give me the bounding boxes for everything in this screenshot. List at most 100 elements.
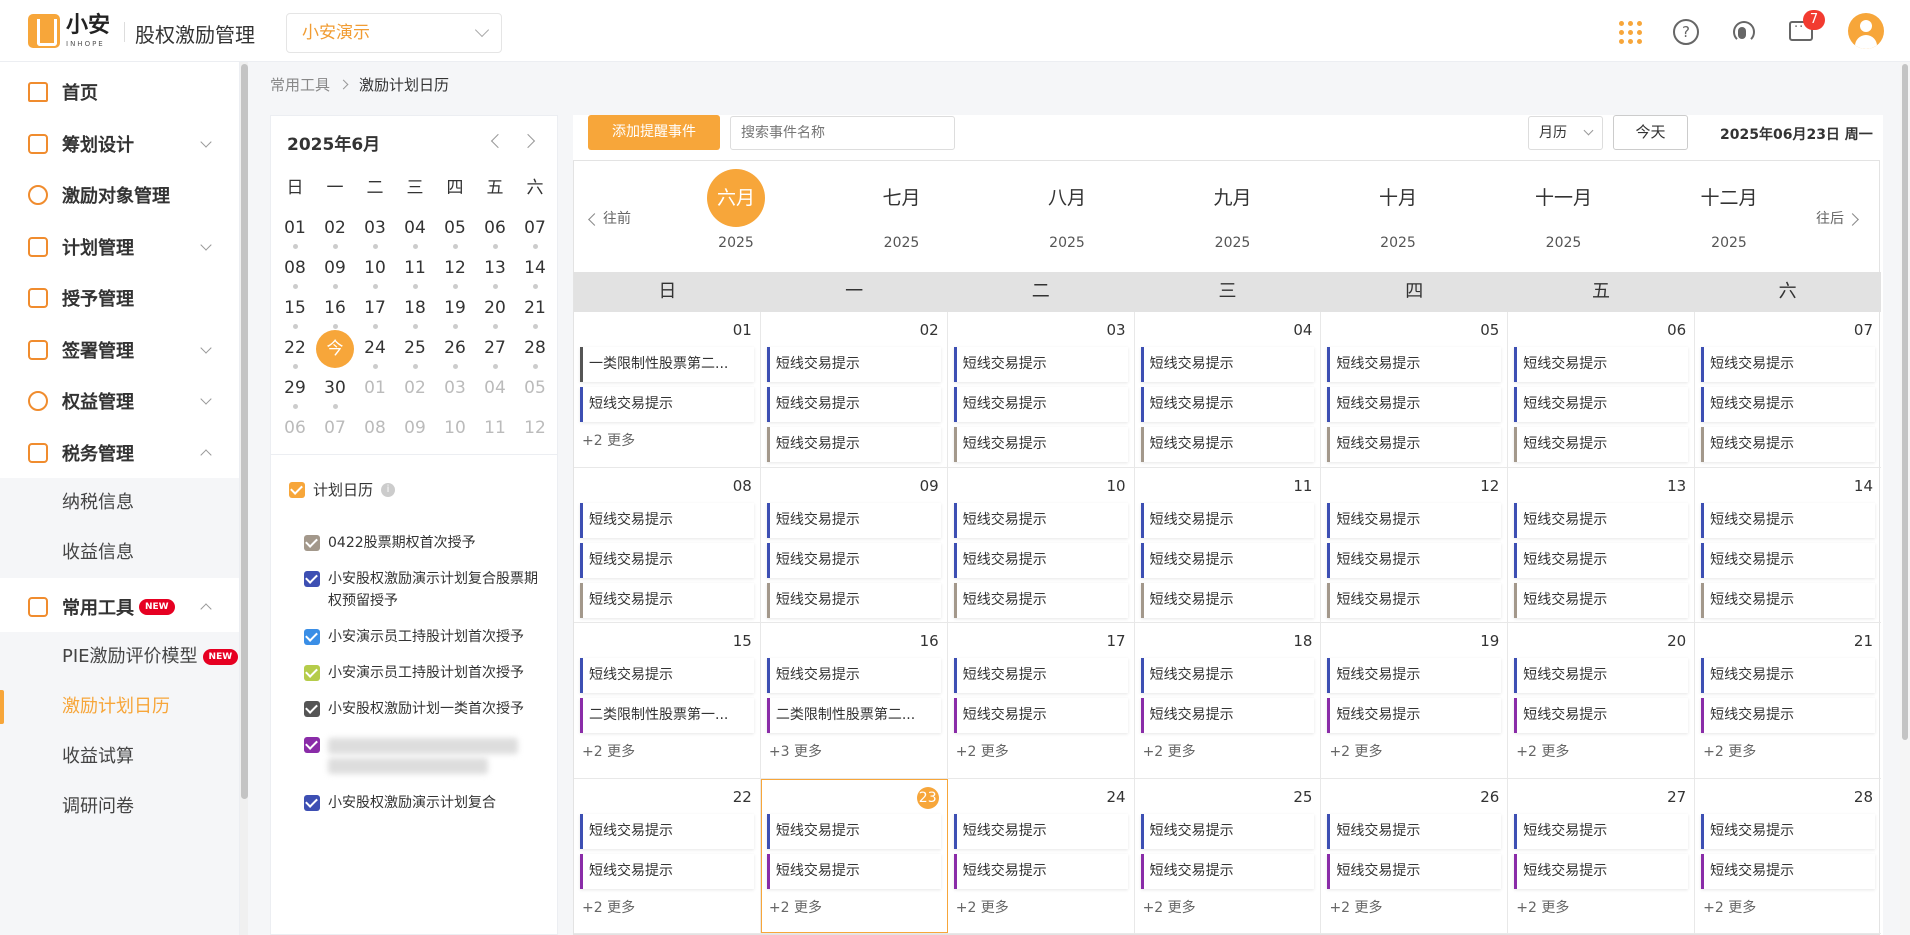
calendar-day[interactable]: 23 短线交易提示 短线交易提示 +2 更多 bbox=[760, 778, 948, 933]
checkbox[interactable] bbox=[304, 665, 320, 681]
calendar-event[interactable]: 短线交易提示 bbox=[766, 658, 941, 693]
mini-calendar-day[interactable]: 10 bbox=[355, 256, 395, 296]
mini-calendar-day[interactable]: 28 bbox=[515, 336, 555, 376]
month-tab[interactable]: 九月 2025 bbox=[1188, 169, 1278, 251]
calendar-event[interactable]: 一类限制性股票第二... bbox=[580, 347, 754, 382]
mini-calendar-day[interactable]: 02 bbox=[315, 216, 355, 256]
calendar-day[interactable]: 12 短线交易提示 短线交易提示 短线交易提示 bbox=[1321, 467, 1509, 622]
calendar-day[interactable]: 22 短线交易提示 短线交易提示 +2 更多 bbox=[574, 778, 761, 933]
plan-calendar-toggle[interactable]: 计划日历 i bbox=[289, 479, 396, 500]
breadcrumb-parent[interactable]: 常用工具 bbox=[270, 76, 330, 94]
checkbox[interactable] bbox=[304, 571, 320, 587]
plan-item[interactable] bbox=[304, 734, 544, 778]
calendar-event[interactable]: 短线交易提示 bbox=[953, 542, 1128, 578]
calendar-event[interactable]: 短线交易提示 bbox=[953, 698, 1128, 733]
calendar-day[interactable]: 11 短线交易提示 短线交易提示 短线交易提示 bbox=[1135, 467, 1322, 622]
mini-calendar-day[interactable]: 07 bbox=[515, 216, 555, 256]
more-events-link[interactable]: +2 更多 bbox=[1141, 897, 1315, 917]
mini-calendar-day[interactable]: 04 bbox=[395, 216, 435, 256]
sidebar-item-home[interactable]: 首页 bbox=[0, 67, 239, 117]
calendar-event[interactable]: 短线交易提示 bbox=[580, 502, 754, 538]
checkbox[interactable] bbox=[304, 737, 320, 753]
calendar-event[interactable]: 短线交易提示 bbox=[1701, 427, 1876, 462]
mini-calendar-day[interactable]: 13 bbox=[475, 256, 515, 296]
calendar-event[interactable]: 短线交易提示 bbox=[1701, 813, 1876, 849]
more-events-link[interactable]: +2 更多 bbox=[1327, 897, 1501, 917]
more-events-link[interactable]: +2 更多 bbox=[954, 741, 1128, 761]
more-events-link[interactable]: +2 更多 bbox=[767, 897, 941, 917]
calendar-event[interactable]: 短线交易提示 bbox=[953, 427, 1128, 462]
calendar-day[interactable]: 04 短线交易提示 短线交易提示 短线交易提示 bbox=[1135, 312, 1322, 467]
mini-calendar-day[interactable]: 26 bbox=[435, 336, 475, 376]
plan-item[interactable]: 小安股权激励计划一类首次授予 bbox=[304, 698, 544, 720]
calendar-day[interactable]: 13 短线交易提示 短线交易提示 短线交易提示 bbox=[1508, 467, 1696, 622]
calendar-event[interactable]: 短线交易提示 bbox=[1514, 427, 1689, 462]
calendar-event[interactable]: 短线交易提示 bbox=[1514, 853, 1689, 889]
checkbox[interactable] bbox=[289, 481, 305, 498]
sidebar-item-tax[interactable]: 税务管理 bbox=[0, 428, 239, 478]
sidebar-item-pie-model[interactable]: PIE激励评价模型 NEW bbox=[0, 632, 239, 682]
calendar-event[interactable]: 短线交易提示 bbox=[580, 542, 754, 578]
calendar-event[interactable]: 短线交易提示 bbox=[1514, 698, 1689, 733]
calendar-day[interactable]: 08 短线交易提示 短线交易提示 短线交易提示 bbox=[574, 467, 761, 622]
mini-calendar-day[interactable]: 12 bbox=[435, 256, 475, 296]
calendar-event[interactable]: 短线交易提示 bbox=[1701, 582, 1876, 618]
mini-calendar-day[interactable]: 08 bbox=[275, 256, 315, 296]
mini-calendar-day[interactable]: 11 bbox=[395, 256, 435, 296]
calendar-event[interactable]: 短线交易提示 bbox=[1514, 502, 1689, 538]
calendar-event[interactable]: 短线交易提示 bbox=[1140, 542, 1315, 578]
more-events-link[interactable]: +2 更多 bbox=[1514, 741, 1688, 761]
more-events-link[interactable]: +2 更多 bbox=[1327, 741, 1501, 761]
info-icon[interactable]: i bbox=[381, 482, 396, 497]
calendar-event[interactable]: 短线交易提示 bbox=[953, 582, 1128, 618]
mini-calendar-day[interactable]: 02 bbox=[395, 376, 435, 416]
calendar-event[interactable]: 短线交易提示 bbox=[1701, 502, 1876, 538]
calendar-day[interactable]: 19 短线交易提示 短线交易提示 +2 更多 bbox=[1321, 623, 1509, 778]
calendar-event[interactable]: 短线交易提示 bbox=[1514, 582, 1689, 618]
calendar-event[interactable]: 短线交易提示 bbox=[580, 387, 754, 422]
calendar-day[interactable]: 03 短线交易提示 短线交易提示 短线交易提示 bbox=[948, 312, 1135, 467]
apps-grid-icon[interactable] bbox=[1617, 19, 1643, 45]
mini-calendar-day[interactable]: 06 bbox=[475, 216, 515, 256]
mini-calendar-day[interactable]: 18 bbox=[395, 296, 435, 336]
next-months-button[interactable]: 往后 bbox=[1816, 208, 1859, 228]
more-events-link[interactable]: +2 更多 bbox=[580, 897, 754, 917]
more-events-link[interactable]: +2 更多 bbox=[1514, 897, 1688, 917]
calendar-event[interactable]: 短线交易提示 bbox=[953, 347, 1128, 382]
calendar-day[interactable]: 16 短线交易提示 二类限制性股票第二... +3 更多 bbox=[761, 623, 948, 778]
month-tab[interactable]: 六月 2025 bbox=[691, 169, 781, 251]
mini-calendar-day[interactable]: 12 bbox=[515, 416, 555, 456]
month-tab[interactable]: 十一月 2025 bbox=[1519, 169, 1609, 251]
checkbox[interactable] bbox=[304, 795, 320, 811]
headset-icon[interactable] bbox=[1730, 19, 1756, 45]
mini-calendar-day[interactable]: 05 bbox=[515, 376, 555, 416]
sidebar-item-tax-info[interactable]: 纳税信息 bbox=[0, 478, 239, 528]
month-tab[interactable]: 十二月 2025 bbox=[1684, 169, 1774, 251]
calendar-day[interactable]: 27 短线交易提示 短线交易提示 +2 更多 bbox=[1508, 778, 1696, 933]
calendar-day[interactable]: 25 短线交易提示 短线交易提示 +2 更多 bbox=[1135, 778, 1322, 933]
calendar-event[interactable]: 短线交易提示 bbox=[1701, 658, 1876, 693]
calendar-event[interactable]: 短线交易提示 bbox=[766, 502, 941, 538]
calendar-event[interactable]: 短线交易提示 bbox=[1140, 698, 1315, 733]
sidebar-item-signing[interactable]: 签署管理 bbox=[0, 325, 239, 375]
plan-item[interactable]: 0422股票期权首次授予 bbox=[304, 532, 544, 554]
calendar-event[interactable]: 短线交易提示 bbox=[766, 542, 941, 578]
mini-calendar-day[interactable]: 03 bbox=[435, 376, 475, 416]
calendar-event[interactable]: 短线交易提示 bbox=[1327, 582, 1502, 618]
calendar-day[interactable]: 07 短线交易提示 短线交易提示 短线交易提示 bbox=[1695, 312, 1881, 467]
calendar-day[interactable]: 28 短线交易提示 短线交易提示 +2 更多 bbox=[1695, 779, 1881, 934]
plan-item[interactable]: 小安演示员工持股计划首次授予 bbox=[304, 626, 544, 648]
calendar-day[interactable]: 14 短线交易提示 短线交易提示 短线交易提示 bbox=[1695, 468, 1881, 623]
calendar-event[interactable]: 短线交易提示 bbox=[1327, 502, 1502, 538]
mini-calendar-day[interactable]: 03 bbox=[355, 216, 395, 256]
chevron-right-icon[interactable] bbox=[520, 133, 536, 149]
mini-calendar-day[interactable]: 05 bbox=[435, 216, 475, 256]
month-tab[interactable]: 七月 2025 bbox=[857, 169, 947, 251]
more-events-link[interactable]: +2 更多 bbox=[580, 741, 754, 761]
logo[interactable]: 小安 INHOPE bbox=[28, 14, 110, 48]
sidebar-scrollbar[interactable] bbox=[240, 62, 248, 935]
calendar-event[interactable]: 短线交易提示 bbox=[1140, 582, 1315, 618]
avatar[interactable] bbox=[1848, 13, 1884, 49]
search-input[interactable] bbox=[730, 116, 955, 150]
calendar-event[interactable]: 短线交易提示 bbox=[766, 387, 941, 422]
